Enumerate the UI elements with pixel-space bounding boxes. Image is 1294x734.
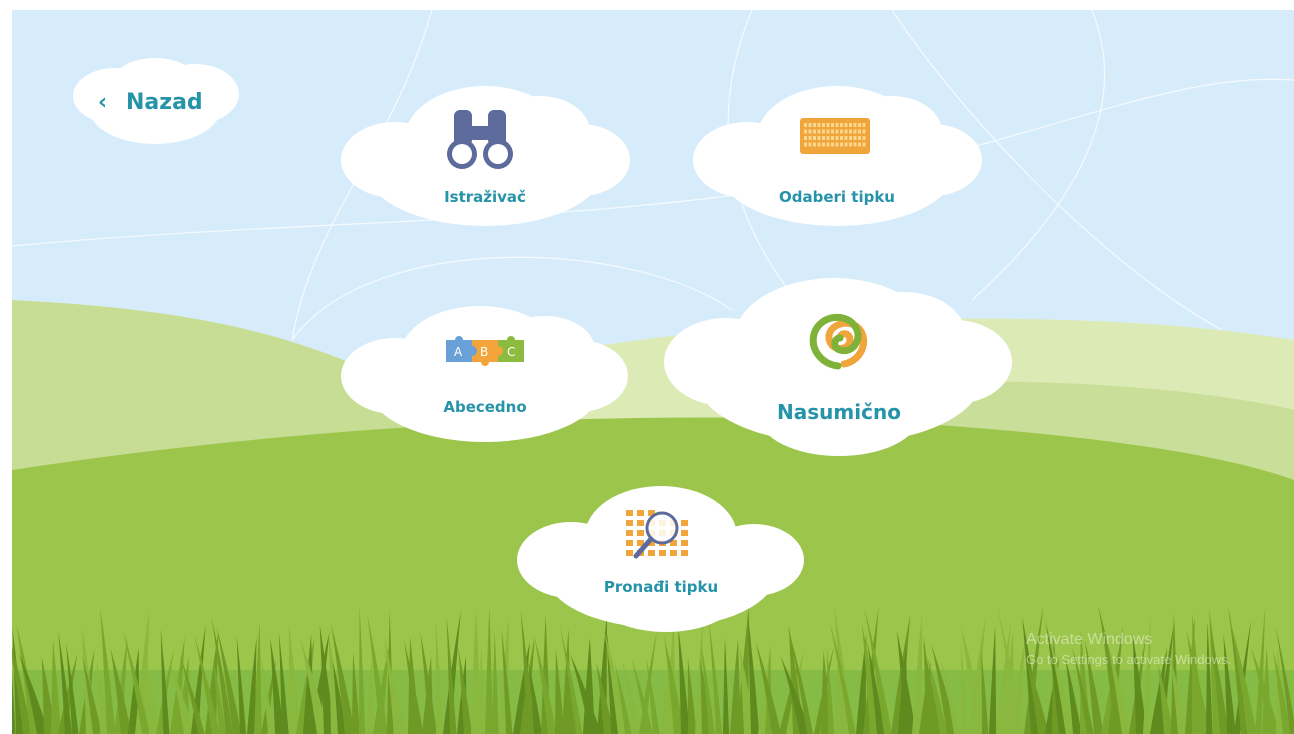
- menu-item-find-key[interactable]: Pronađi tipku: [516, 480, 806, 634]
- menu-item-explorer-label: Istraživač: [444, 188, 526, 206]
- puzzle-abc-icon: A B C: [446, 336, 524, 366]
- game-scene: ‹ Nazad Istraživač Odaberi tipku A B C A…: [12, 10, 1294, 734]
- back-button[interactable]: ‹ Nazad: [70, 56, 240, 152]
- menu-item-random-label: Nasumično: [777, 400, 901, 424]
- keyboard-icon: [800, 118, 870, 154]
- menu-item-find-key-label: Pronađi tipku: [603, 578, 719, 596]
- puzzle-letter-c: C: [507, 345, 515, 359]
- watermark-title: Activate Windows: [1026, 631, 1153, 648]
- binoculars-icon: [447, 110, 513, 169]
- menu-item-random[interactable]: Nasumično: [664, 276, 1014, 460]
- activation-watermark: Activate Windows Go to Settings to activ…: [1026, 630, 1231, 670]
- menu-item-explorer[interactable]: Istraživač: [340, 82, 630, 242]
- magnifier-keyboard-icon: [626, 510, 688, 559]
- menu-item-alphabetical[interactable]: A B C Abecedno: [340, 302, 630, 452]
- back-button-label: Nazad: [126, 90, 203, 115]
- watermark-subtitle: Go to Settings to activate Windows.: [1026, 652, 1232, 667]
- cloud-shape: [693, 86, 982, 226]
- menu-item-select-key[interactable]: Odaberi tipku: [692, 82, 982, 242]
- back-chevron-icon: ‹: [98, 90, 108, 115]
- menu-item-alphabetical-label: Abecedno: [443, 398, 527, 416]
- puzzle-letter-b: B: [480, 345, 488, 359]
- menu-item-select-key-label: Odaberi tipku: [779, 188, 895, 206]
- cloud-shape: [341, 306, 628, 442]
- spiral-icon: [809, 313, 868, 370]
- puzzle-letter-a: A: [454, 345, 463, 359]
